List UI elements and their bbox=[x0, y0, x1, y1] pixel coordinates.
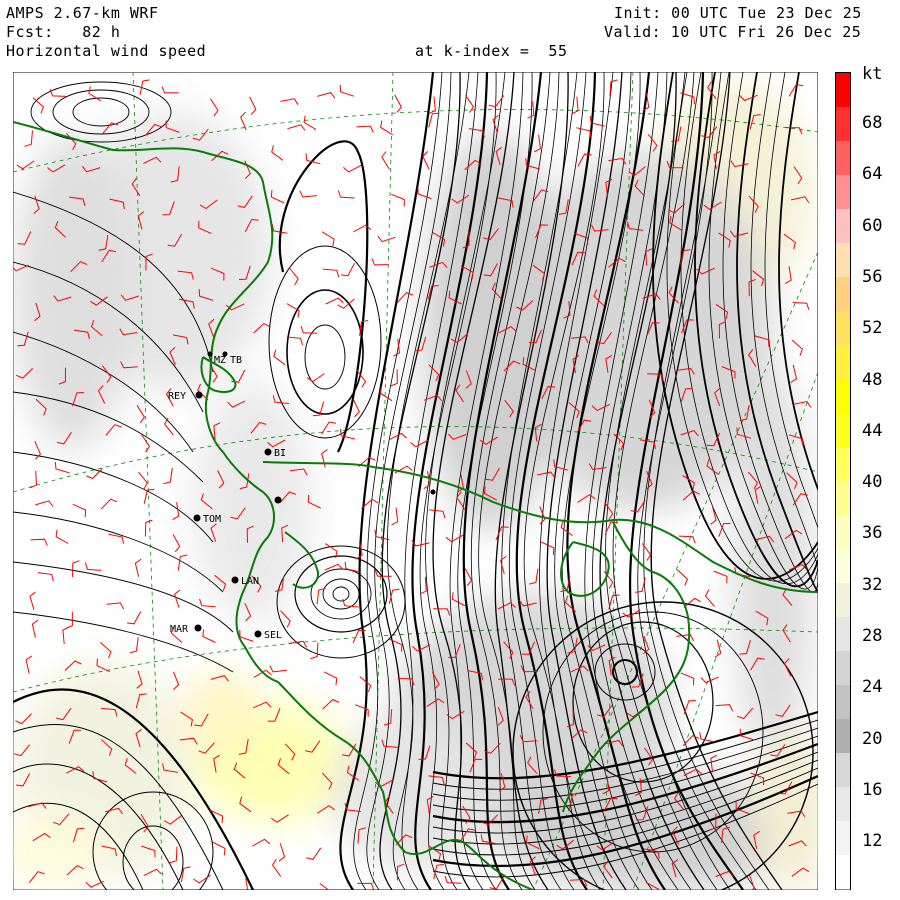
colorbar-segment bbox=[836, 379, 850, 414]
colorbar-segment bbox=[836, 413, 850, 448]
colorbar-segment bbox=[836, 549, 850, 584]
colorbar-segment bbox=[836, 73, 850, 108]
colorbar-segment bbox=[836, 243, 850, 278]
forecast-hours: 82 h bbox=[82, 23, 121, 41]
field-name: Horizontal wind speed bbox=[6, 42, 207, 60]
station-dot-icon bbox=[194, 624, 202, 632]
colorbar-label: 60 bbox=[862, 215, 883, 236]
colorbar-segment bbox=[836, 583, 850, 618]
colorbar-label: 32 bbox=[862, 574, 883, 595]
station-label: BI bbox=[274, 448, 286, 459]
colorbar-segment bbox=[836, 651, 850, 686]
forecast-label: Fcst: 82 h bbox=[6, 23, 120, 41]
station-label: TB bbox=[230, 355, 242, 366]
station-dot-icon bbox=[430, 489, 436, 495]
colorbar-segment bbox=[836, 345, 850, 380]
station-dot-icon bbox=[207, 351, 213, 357]
model-title: AMPS 2.67-km WRF bbox=[6, 4, 159, 22]
station-dot-icon bbox=[274, 496, 282, 504]
colorbar-segment bbox=[836, 277, 850, 312]
colorbar-label: 24 bbox=[862, 677, 883, 698]
colorbar-label: 28 bbox=[862, 626, 883, 646]
station-dot-icon bbox=[222, 351, 228, 357]
init-time: Init: 00 UTC Tue 23 Dec 25 bbox=[614, 4, 862, 22]
station-dot-icon bbox=[254, 630, 262, 638]
colorbar-segment bbox=[836, 787, 850, 822]
colorbar-segment bbox=[836, 141, 850, 176]
station-label: REY bbox=[168, 391, 186, 402]
valid-time: Valid: 10 UTC Fri 26 Dec 25 bbox=[604, 23, 862, 41]
colorbar-label: 64 bbox=[862, 164, 883, 185]
wind-map: MZ TB REY BI TOM LAN SEL MAR bbox=[13, 72, 818, 890]
colorbar-segment bbox=[836, 753, 850, 788]
colorbar-segment bbox=[836, 107, 850, 142]
station-dot-icon bbox=[231, 576, 239, 584]
colorbar-segment bbox=[836, 821, 850, 856]
station-label: MAR bbox=[170, 624, 189, 635]
colorbar-label: 52 bbox=[862, 318, 883, 339]
colorbar-segment bbox=[836, 855, 850, 890]
colorbar-segment bbox=[836, 481, 850, 516]
colorbar-unit: kt bbox=[862, 64, 883, 84]
station-dot-icon bbox=[195, 391, 203, 399]
colorbar-segment bbox=[836, 175, 850, 210]
level-label: at k-index = 55 bbox=[415, 42, 568, 60]
colorbar bbox=[835, 72, 851, 890]
station-label: LAN bbox=[241, 576, 259, 587]
colorbar-label: 68 bbox=[862, 113, 883, 133]
colorbar-label: 56 bbox=[862, 266, 883, 287]
colorbar-label: 40 bbox=[862, 472, 883, 493]
colorbar-label: 44 bbox=[862, 420, 883, 441]
colorbar-segment bbox=[836, 447, 850, 482]
colorbar-segment bbox=[836, 685, 850, 720]
station-label: TOM bbox=[203, 514, 221, 525]
colorbar-segment bbox=[836, 311, 850, 346]
station-label: MZ bbox=[214, 355, 226, 366]
colorbar-segment bbox=[836, 617, 850, 652]
forecast-label-text: Fcst: bbox=[6, 23, 54, 41]
station-label: SEL bbox=[264, 630, 282, 641]
colorbar-segment bbox=[836, 515, 850, 550]
colorbar-label: 48 bbox=[862, 369, 883, 390]
colorbar-label: 16 bbox=[862, 779, 883, 800]
station-dot-icon bbox=[193, 514, 201, 522]
colorbar-label: 12 bbox=[862, 831, 883, 852]
colorbar-label: 36 bbox=[862, 523, 883, 544]
colorbar-segment bbox=[836, 209, 850, 244]
colorbar-segment bbox=[836, 719, 850, 754]
colorbar-label: 20 bbox=[862, 728, 883, 749]
station-dot-icon bbox=[264, 448, 272, 456]
